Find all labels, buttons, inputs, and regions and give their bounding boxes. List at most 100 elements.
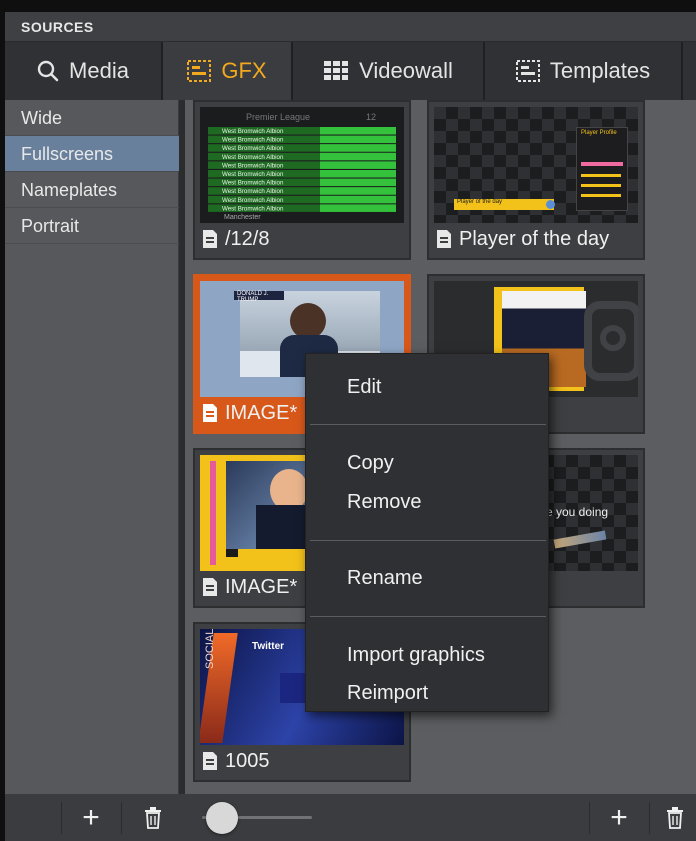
templates-icon [515,60,540,82]
preview-row-text: West Bromwich Albion [222,180,284,187]
graphic-thumbnail: Premier League 12 West Bromwich Albion We… [200,107,404,223]
zoom-slider-handle[interactable] [206,802,238,834]
profile-box: Player Profile [576,127,628,211]
plus-icon: + [82,800,100,834]
category-list: Wide Fullscreens Nameplates Portrait [5,100,179,794]
document-icon [203,404,217,422]
preview-row-stats [320,152,396,161]
preview-row-stats [320,127,396,135]
category-item-nameplates[interactable]: Nameplates [5,172,179,208]
menu-item-copy[interactable]: Copy [347,448,394,478]
toolbar-divider [589,802,590,834]
instagram-icon [584,301,638,381]
tab-gfx[interactable]: GFX [163,42,291,100]
tab-templates[interactable]: Templates [485,42,681,100]
menu-item-rename[interactable]: Rename [347,563,423,593]
preview-row-stats [320,204,396,212]
twitter-title: Twitter [252,641,285,652]
lower-third-text: Player of the day [457,199,503,205]
pink-stripe [210,461,216,565]
preview-row-text: West Bromwich Albion [222,171,284,178]
preview-row-stats [320,161,396,169]
trash-icon [145,806,161,829]
menu-item-import-graphics[interactable]: Import graphics [347,640,485,670]
preview-row-text: West Bromwich Albion [222,188,284,195]
menu-separator [310,540,546,541]
document-icon [203,578,217,596]
graphic-card-label: IMAGE* [201,574,297,600]
category-item-fullscreens[interactable]: Fullscreens [5,136,179,172]
preview-row-text: West Bromwich Albion [222,128,284,135]
plus-icon: + [610,800,628,834]
context-menu: Edit Copy Remove Rename Import graphics … [305,353,549,712]
toolbar-divider [649,802,650,834]
panel-title: SOURCES [21,19,94,35]
menu-item-remove[interactable]: Remove [347,487,421,517]
preview-last-row: Manchester [224,214,261,221]
preview-row-stats [320,170,396,178]
profile-line [581,194,621,197]
name-banner: DONALD J. TRUMP [234,291,284,303]
document-icon [203,230,217,248]
toolbar-divider [121,802,122,834]
ribbon-bar [553,530,607,549]
videowall-icon [323,60,349,82]
graphic-thumbnail: Player Profile Player of the day [434,107,638,223]
preview-title: Premier League [246,112,310,122]
bottom-toolbar: + + [5,794,696,841]
name-banner-text: DONALD J. TRUMP [237,291,269,303]
tab-bar: Media GFX Videowall Templates [5,42,696,100]
category-item-wide[interactable]: Wide [5,100,179,136]
graphic-card[interactable]: Player Profile Player of the day Player … [427,100,645,260]
add-graphic-button[interactable]: + [591,794,647,841]
preview-row-stats [320,187,396,195]
tab-videowall[interactable]: Videowall [293,42,483,100]
photo-head [290,303,326,339]
panel-header: SOURCES [5,12,696,42]
delete-category-button[interactable] [125,794,181,841]
preview-row-text: West Bromwich Albion [222,154,284,161]
graphic-card-label: 1005 [201,748,270,774]
preview-badge: 12 [366,112,376,122]
document-icon [437,230,451,248]
graphic-name: Player of the day [459,227,610,250]
search-icon [37,60,59,82]
category-item-portrait[interactable]: Portrait [5,208,179,244]
delete-graphic-button[interactable] [653,794,696,841]
preview-row-text: West Bromwich Albion [222,137,284,144]
add-category-button[interactable]: + [63,794,119,841]
tab-label: GFX [221,58,267,83]
social-text: SOCIAL [204,629,216,669]
tab-label: Templates [549,58,651,83]
graphic-name: 1005 [225,749,270,772]
profile-box-title: Player Profile [581,130,617,136]
graphic-card-label: Player of the day [435,226,609,252]
preview-row-stats [320,135,396,144]
graphic-card[interactable]: Premier League 12 West Bromwich Albion We… [193,100,411,260]
lower-third-bar: Player of the day [454,199,554,210]
menu-item-edit[interactable]: Edit [347,372,381,402]
graphic-name: /12/8 [225,227,270,250]
toolbar-divider [61,802,62,834]
gfx-icon [187,60,212,82]
graphic-name: IMAGE* [225,401,298,424]
tab-label: Media [69,58,129,83]
tab-media[interactable]: Media [5,42,161,100]
profile-line [581,184,621,187]
graphic-card-label: /12/8 [201,226,269,252]
preview-row-stats [320,195,396,204]
graphic-name: IMAGE* [225,575,298,598]
profile-line [581,174,621,177]
preview-row-text: West Bromwich Albion [222,162,284,169]
menu-separator [310,424,546,425]
small-tag [226,549,238,557]
badge-dot [546,200,555,209]
graphic-card-label: IMAGE* [201,400,297,426]
preview-row-text: West Bromwich Albion [222,197,284,204]
preview-row-text: West Bromwich Albion [222,145,284,152]
tab-label: Videowall [359,58,453,83]
profile-bar [581,162,623,166]
menu-item-reimport[interactable]: Reimport [347,678,428,708]
preview-row-text: West Bromwich Albion [222,205,284,212]
instagram-lens [600,325,626,351]
